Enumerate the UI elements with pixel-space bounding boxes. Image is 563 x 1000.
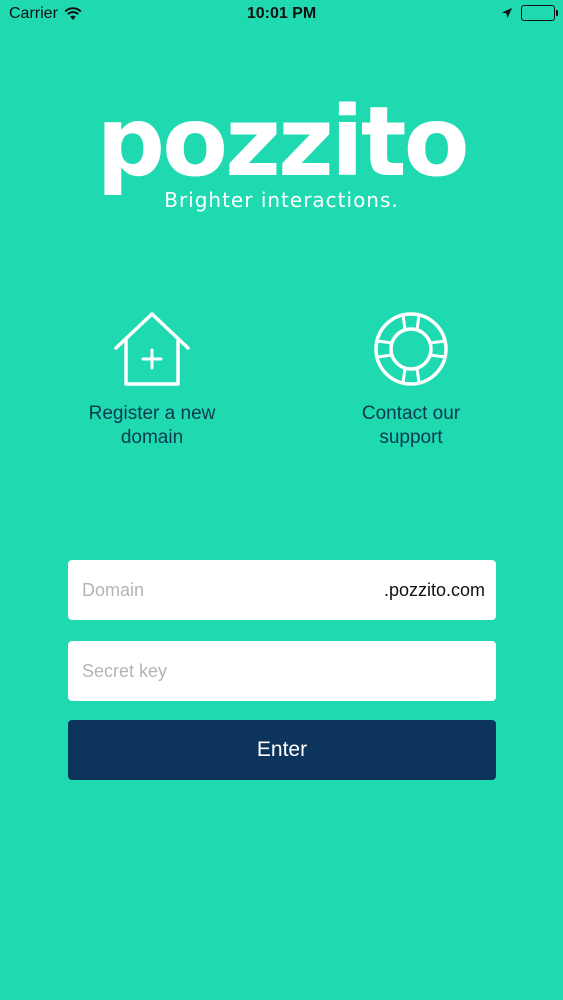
lifebuoy-icon — [374, 312, 448, 386]
status-time: 10:01 PM — [246, 5, 317, 22]
location-arrow-icon — [502, 8, 512, 18]
secret-key-input[interactable] — [68, 641, 496, 701]
status-bar: Carrier 10:01 PM — [0, 0, 563, 30]
domain-field-container: .pozzito.com — [68, 560, 496, 620]
battery-icon — [521, 5, 558, 21]
register-domain-button[interactable]: Register a new domain — [52, 310, 252, 450]
house-plus-icon — [114, 312, 190, 386]
secret-key-field-container — [68, 641, 496, 701]
enter-button[interactable]: Enter — [68, 720, 496, 780]
contact-support-button[interactable]: Contact our support — [311, 310, 511, 450]
domain-suffix: .pozzito.com — [383, 580, 485, 600]
register-domain-label: Register a new domain — [88, 403, 216, 448]
brand-logo: pozzito — [96, 86, 469, 198]
contact-support-label: Contact our support — [361, 403, 461, 448]
brand-tagline: Brighter interactions. — [164, 188, 399, 212]
status-right — [501, 5, 558, 21]
